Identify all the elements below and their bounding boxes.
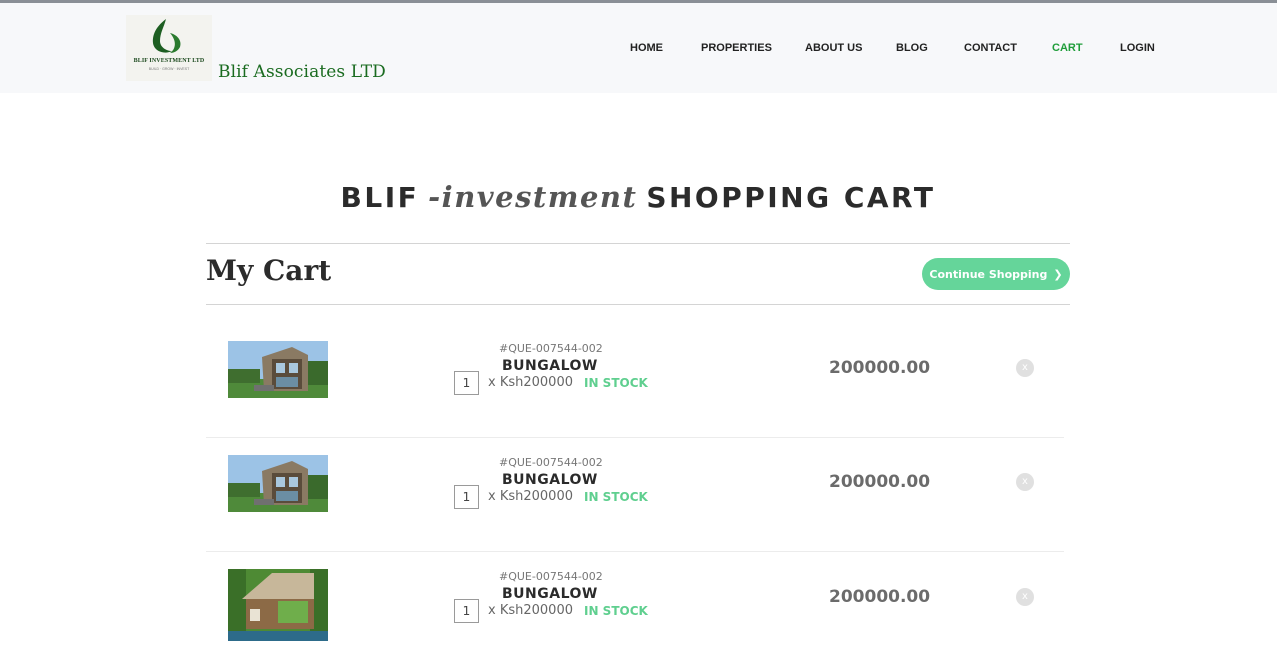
product-thumbnail[interactable] <box>228 569 328 641</box>
product-name[interactable]: BUNGALOW <box>502 358 598 374</box>
cart-item: #QUE-007544-002 BUNGALOW 1 x Ksh200000 I… <box>206 438 1064 552</box>
stock-status: IN STOCK <box>584 604 648 618</box>
continue-shopping-label: Continue Shopping <box>929 267 1048 281</box>
remove-item-button[interactable]: x <box>1016 473 1034 491</box>
page-title-italic: -investment <box>428 180 638 214</box>
section-title: My Cart <box>206 254 332 287</box>
nav-cart[interactable]: CART <box>1052 42 1083 54</box>
divider-top <box>206 243 1070 244</box>
page-title-main: SHOPPING CART <box>646 181 936 214</box>
site-header: BLIF INVESTMENT LTD BUILD · GROW · INVES… <box>0 3 1277 93</box>
item-total: 200000.00 <box>829 472 931 492</box>
item-total: 200000.00 <box>829 358 931 378</box>
product-sku: #QUE-007544-002 <box>499 342 603 355</box>
main-nav: HOME PROPERTIES ABOUT US BLOG CONTACT CA… <box>0 42 1277 58</box>
unit-price: x Ksh200000 <box>488 489 573 504</box>
logo-text: BLIF INVESTMENT LTD <box>133 58 205 64</box>
product-name[interactable]: BUNGALOW <box>502 586 598 602</box>
divider-bottom <box>206 304 1070 305</box>
page-title-brand: BLIF <box>340 181 420 214</box>
nav-login[interactable]: LOGIN <box>1120 42 1155 54</box>
cart-item: #QUE-007544-002 BUNGALOW 1 x Ksh200000 I… <box>206 324 1064 438</box>
product-sku: #QUE-007544-002 <box>499 570 603 583</box>
continue-shopping-button[interactable]: Continue Shopping ❯ <box>922 258 1070 290</box>
page-title: BLIF -investment SHOPPING CART <box>206 178 1070 215</box>
unit-price: x Ksh200000 <box>488 603 573 618</box>
product-thumbnail[interactable] <box>228 341 328 398</box>
nav-home[interactable]: HOME <box>630 42 663 54</box>
nav-blog[interactable]: BLOG <box>896 42 928 54</box>
nav-properties[interactable]: PROPERTIES <box>701 42 772 54</box>
product-name[interactable]: BUNGALOW <box>502 472 598 488</box>
cart-item: #QUE-007544-002 BUNGALOW 1 x Ksh200000 I… <box>206 552 1064 666</box>
stock-status: IN STOCK <box>584 376 648 390</box>
logo-tagline: BUILD · GROW · INVEST <box>148 67 190 71</box>
remove-item-button[interactable]: x <box>1016 588 1034 606</box>
nav-about-us[interactable]: ABOUT US <box>805 42 862 54</box>
remove-item-button[interactable]: x <box>1016 359 1034 377</box>
product-sku: #QUE-007544-002 <box>499 456 603 469</box>
quantity-input[interactable]: 1 <box>454 371 479 395</box>
brand-name[interactable]: Blif Associates LTD <box>218 62 386 82</box>
nav-contact[interactable]: CONTACT <box>964 42 1017 54</box>
product-thumbnail[interactable] <box>228 455 328 512</box>
quantity-input[interactable]: 1 <box>454 599 479 623</box>
item-total: 200000.00 <box>829 587 931 607</box>
unit-price: x Ksh200000 <box>488 375 573 390</box>
stock-status: IN STOCK <box>584 490 648 504</box>
quantity-input[interactable]: 1 <box>454 485 479 509</box>
chevron-right-icon: ❯ <box>1053 267 1063 281</box>
